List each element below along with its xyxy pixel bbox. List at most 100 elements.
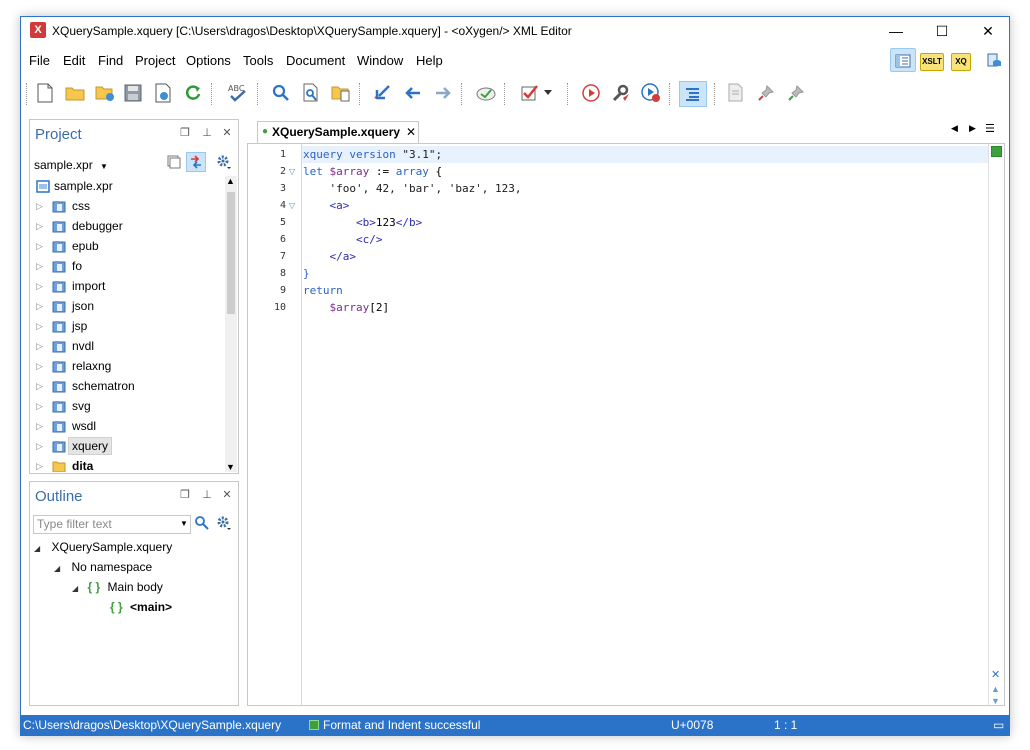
close-markers-icon[interactable]: ✕ [991,668,1000,681]
save-icon[interactable] [121,81,145,105]
tab-scroll-right-icon[interactable]: ▶ [969,123,976,134]
code-editor[interactable]: 1 2 ▽ 3 4 ▽ 5 6 7 8 9 10 xquery version … [247,143,1005,706]
tree-item-wsdl[interactable]: ▷ wsdl [30,416,224,436]
scrollbar-thumb[interactable] [227,192,235,314]
next-marker-icon[interactable]: ▼ [991,696,1000,706]
collapsed-triangle-icon[interactable]: ▷ [36,356,43,376]
project-selector[interactable]: sample.xpr ▼ [34,158,108,172]
find-icon[interactable] [269,81,293,105]
search-icon[interactable] [192,512,212,534]
tree-item-fo[interactable]: ▷ fo [30,256,224,276]
tree-item-debugger[interactable]: ▷ debugger [30,216,224,236]
menu-help[interactable]: Help [416,51,443,71]
tab-list-icon[interactable]: ☰ [985,122,995,135]
restore-panel-icon[interactable]: ❐ [178,126,192,139]
fold-toggle-icon[interactable]: ▽ [289,197,295,214]
close-window-button[interactable]: ✕ [965,17,1011,45]
collapsed-triangle-icon[interactable]: ▷ [36,416,43,436]
collapsed-triangle-icon[interactable]: ▷ [36,256,43,276]
menu-document[interactable]: Document [286,51,345,71]
tree-item-css[interactable]: ▷ css [30,196,224,216]
pin-red-icon[interactable] [754,81,778,105]
outline-filter-input[interactable]: Type filter text [33,515,191,534]
open-folder-icon[interactable] [63,81,87,105]
collapsed-triangle-icon[interactable]: ▷ [36,196,43,216]
database-perspective-button[interactable] [981,48,1007,72]
spell-check-icon[interactable]: ABC [226,81,250,105]
collapsed-triangle-icon[interactable]: ▷ [36,296,43,316]
debugger-icon[interactable] [639,81,663,105]
validate-icon[interactable] [517,81,541,105]
xslt-debugger-perspective-button[interactable]: XSLT [920,53,944,71]
messages-icon[interactable]: ▭ [993,715,1004,736]
tree-item-jsp[interactable]: ▷ jsp [30,316,224,336]
xquery-debugger-perspective-button[interactable]: XQ [951,53,971,71]
menu-tools[interactable]: Tools [243,51,273,71]
collapsed-triangle-icon[interactable]: ▷ [36,396,43,416]
close-tab-icon[interactable]: ✕ [406,122,416,142]
project-tree-scrollbar[interactable]: ▲ ▼ [225,176,237,472]
restore-panel-icon[interactable]: ❐ [178,488,192,501]
filter-dropdown-icon[interactable]: ▼ [180,519,188,528]
fold-toggle-icon[interactable]: ▽ [289,163,295,180]
pin-panel-icon[interactable]: ⊥ [200,488,214,501]
collapsed-triangle-icon[interactable]: ▷ [36,376,43,396]
forward-arrow-icon[interactable] [431,81,455,105]
previous-marker-icon[interactable]: ▲ [991,684,1000,694]
scroll-down-icon[interactable]: ▼ [226,462,235,472]
tree-item-json[interactable]: ▷ json [30,296,224,316]
back-arrow-icon[interactable] [401,81,425,105]
format-indent-icon[interactable] [679,81,707,107]
configure-transformation-icon[interactable] [609,81,633,105]
toggle-comment-icon[interactable] [724,81,748,105]
tree-item-relaxng[interactable]: ▷ relaxng [30,356,224,376]
menu-edit[interactable]: Edit [63,51,85,71]
collapse-all-icon[interactable] [164,152,184,172]
check-well-formed-icon[interactable] [474,81,498,105]
close-panel-icon[interactable]: ✕ [220,126,234,139]
close-panel-icon[interactable]: ✕ [220,488,234,501]
menu-window[interactable]: Window [357,51,403,71]
validate-dropdown-icon[interactable] [542,81,554,105]
outline-node-document[interactable]: ◢ XQuerySample.xquery [34,538,172,558]
pin-panel-icon[interactable]: ⊥ [200,126,214,139]
tree-item-schematron[interactable]: ▷ schematron [30,376,224,396]
find-in-folder-icon[interactable] [329,81,353,105]
tree-item-nvdl[interactable]: ▷ nvdl [30,336,224,356]
tree-item-dita[interactable]: ▷ dita [30,456,224,472]
collapsed-triangle-icon[interactable]: ▷ [36,216,43,236]
scroll-up-icon[interactable]: ▲ [226,176,235,186]
collapsed-triangle-icon[interactable]: ▷ [36,436,43,456]
new-file-icon[interactable] [33,81,57,105]
save-url-icon[interactable] [151,81,175,105]
menu-options[interactable]: Options [186,51,231,71]
collapsed-triangle-icon[interactable]: ▷ [36,336,43,356]
find-in-files-icon[interactable] [299,81,323,105]
pin-green-icon[interactable] [784,81,808,105]
tree-item-svg[interactable]: ▷ svg [30,396,224,416]
collapsed-triangle-icon[interactable]: ▷ [36,456,43,472]
maximize-button[interactable]: ☐ [919,17,965,45]
settings-gear-icon[interactable] [214,152,234,172]
minimize-button[interactable]: — [873,17,919,45]
apply-transformation-icon[interactable] [579,81,603,105]
outline-node-main[interactable]: { } <main> [110,598,172,616]
outline-node-namespace[interactable]: ◢ No namespace [54,558,152,578]
collapsed-triangle-icon[interactable]: ▷ [36,276,43,296]
document-status-indicator[interactable] [991,146,1002,157]
menu-project[interactable]: Project [135,51,175,71]
link-with-editor-icon[interactable] [186,152,206,172]
collapsed-triangle-icon[interactable]: ▷ [36,316,43,336]
tab-scroll-left-icon[interactable]: ◀ [951,123,958,134]
editor-tab[interactable]: ● XQuerySample.xquery ✕ [257,121,419,143]
menu-file[interactable]: File [29,51,50,71]
tree-item-epub[interactable]: ▷ epub [30,236,224,256]
editor-perspective-button[interactable] [890,48,916,72]
last-edit-icon[interactable]: * [371,81,395,105]
reload-icon[interactable] [181,81,205,105]
outline-node-main-body[interactable]: ◢ { } Main body [72,578,163,598]
outline-settings-gear-icon[interactable] [214,512,234,534]
menu-find[interactable]: Find [98,51,123,71]
tree-item-import[interactable]: ▷ import [30,276,224,296]
open-url-icon[interactable] [93,81,117,105]
